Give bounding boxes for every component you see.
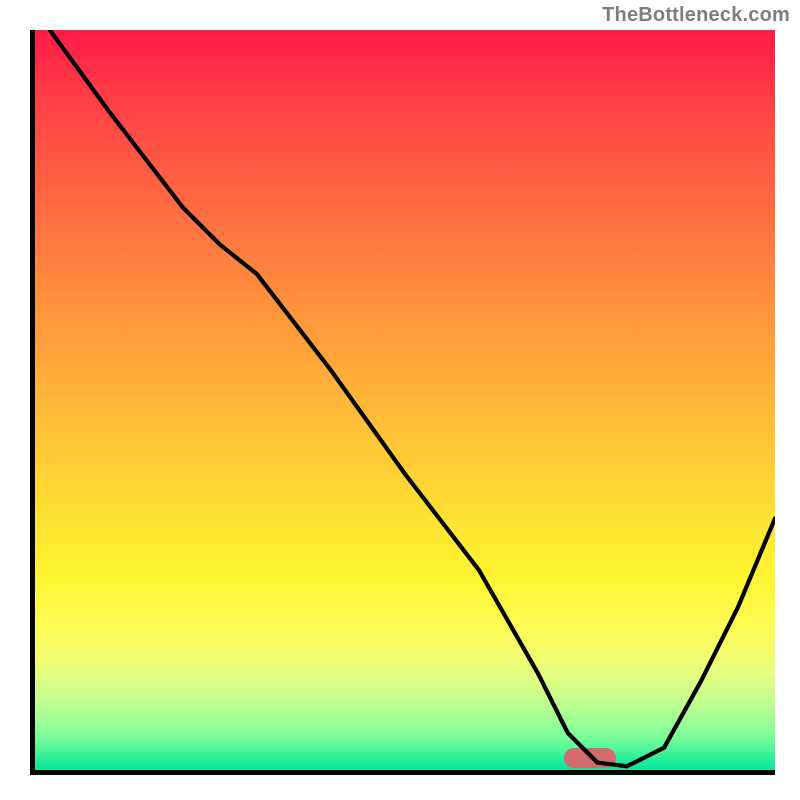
plot-area bbox=[30, 30, 775, 775]
chart-frame: TheBottleneck.com bbox=[0, 0, 800, 800]
attribution-text: TheBottleneck.com bbox=[602, 4, 790, 27]
curve-svg bbox=[35, 30, 775, 770]
bottleneck-curve-path bbox=[50, 30, 775, 766]
